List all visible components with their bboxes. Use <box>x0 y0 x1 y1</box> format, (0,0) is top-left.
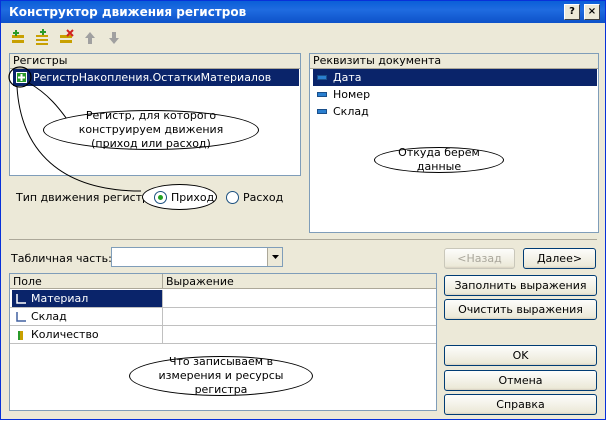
annotation-register-text: Регистр, для которого конструируем движе… <box>78 109 224 150</box>
annotation-source-text: Откуда берем данные <box>398 146 480 173</box>
annotation-source: Откуда берем данные <box>374 146 504 173</box>
radio-income-overlay[interactable] <box>154 191 167 204</box>
annotation-connectors <box>8 66 142 192</box>
annotation-register: Регистр, для которого конструируем движе… <box>43 109 259 150</box>
radio-dot <box>158 195 163 200</box>
constructor-window: Конструктор движения регистров ? × Регис… <box>0 0 606 420</box>
annotation-target: Что записываем в измерения и ресурсы рег… <box>129 355 313 396</box>
radio-income-label-overlay[interactable]: Приход <box>171 191 214 204</box>
annotation-target-text: Что записываем в измерения и ресурсы рег… <box>158 355 284 396</box>
